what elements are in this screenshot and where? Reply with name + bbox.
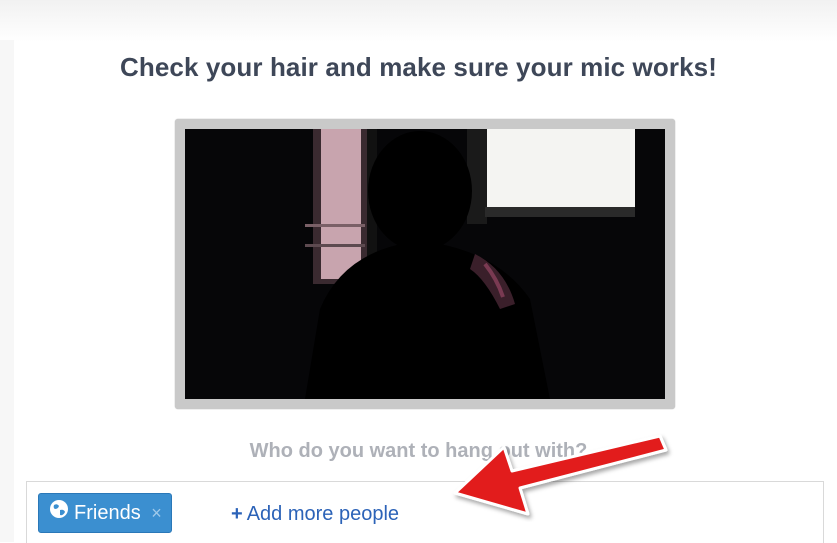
- invite-box[interactable]: Friends × + Add more people: [26, 481, 824, 543]
- left-edge-panel: [0, 40, 14, 542]
- plus-icon: +: [231, 503, 243, 525]
- top-shade: [0, 0, 837, 42]
- add-more-people-link[interactable]: + Add more people: [231, 502, 399, 526]
- remove-chip-icon[interactable]: ×: [151, 494, 162, 532]
- hangout-question: Who do you want to hang out with?: [249, 440, 588, 462]
- page-title: Check your hair and make sure your mic w…: [120, 52, 717, 82]
- camera-preview-frame: [175, 119, 675, 409]
- camera-scene-image: [185, 129, 665, 399]
- circle-chip-friends[interactable]: Friends ×: [38, 493, 172, 533]
- add-more-people-label: Add more people: [246, 503, 400, 525]
- camera-preview-video: [185, 129, 665, 399]
- globe-icon: [49, 494, 69, 532]
- circle-chip-label: Friends: [74, 502, 141, 524]
